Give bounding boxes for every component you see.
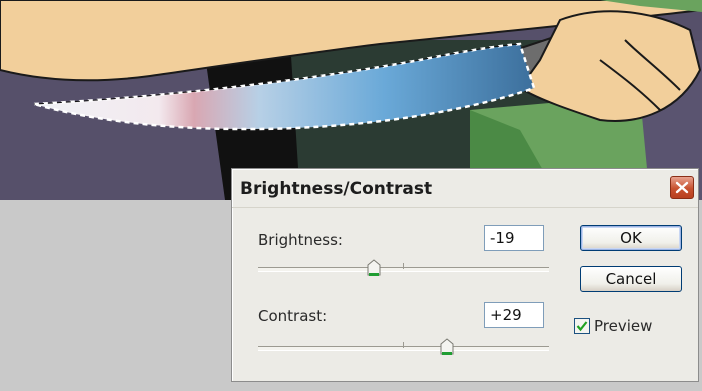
close-x-icon bbox=[675, 181, 689, 194]
brightness-contrast-dialog: Brightness/Contrast Brightness: Contrast… bbox=[231, 168, 699, 382]
ok-button[interactable]: OK bbox=[580, 225, 682, 251]
brightness-slider-center-tick bbox=[403, 263, 404, 269]
brightness-slider[interactable] bbox=[258, 258, 549, 278]
contrast-label: Contrast: bbox=[258, 307, 328, 325]
brightness-field[interactable] bbox=[484, 225, 544, 251]
checkmark-icon bbox=[576, 321, 588, 332]
dialog-titlebar[interactable]: Brightness/Contrast bbox=[232, 169, 698, 208]
contrast-slider-thumb[interactable] bbox=[440, 338, 454, 356]
preview-label[interactable]: Preview bbox=[594, 317, 652, 335]
contrast-slider-center-tick bbox=[403, 342, 404, 348]
brightness-slider-thumb[interactable] bbox=[367, 259, 381, 277]
cancel-button[interactable]: Cancel bbox=[580, 266, 682, 292]
close-button[interactable] bbox=[670, 176, 694, 199]
contrast-slider[interactable] bbox=[258, 337, 549, 357]
dialog-title: Brightness/Contrast bbox=[240, 179, 433, 199]
preview-checkbox[interactable] bbox=[574, 318, 590, 334]
brightness-label: Brightness: bbox=[258, 231, 343, 249]
contrast-field[interactable] bbox=[484, 302, 544, 328]
